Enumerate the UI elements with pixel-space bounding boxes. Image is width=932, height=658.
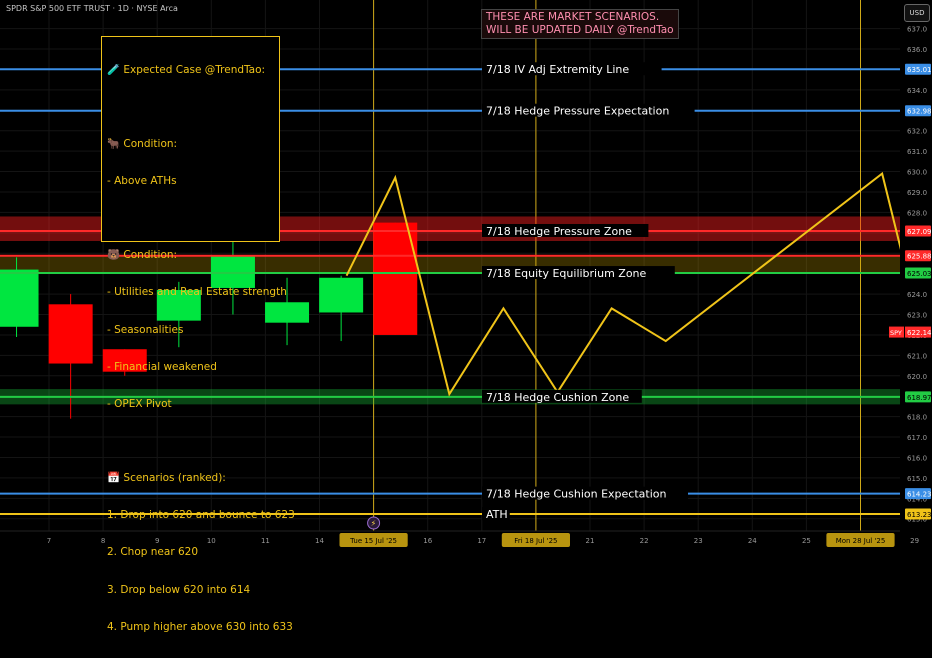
scenario-item: 2. Chop near 620 — [107, 546, 199, 559]
time-tick-label: 25 — [802, 537, 811, 545]
price-tag-label: 632.98 — [907, 108, 932, 116]
time-tick-label: 7 — [47, 537, 51, 545]
price-tick-label: 621.0 — [907, 352, 927, 360]
bear-condition-item: - Utilities and Real Estate strength — [107, 286, 287, 299]
candle-body — [48, 304, 93, 364]
scenario-item: 1. Drop into 620 and bounce to 623 — [107, 509, 295, 522]
time-tick-label: 14 — [315, 537, 324, 545]
price-tag-label: 627.09 — [907, 228, 932, 236]
bear-condition-item: - OPEX Pivot — [107, 397, 172, 410]
price-tick-label: 634.0 — [907, 87, 927, 95]
scenario-item: 4. Pump higher above 630 into 633 — [107, 620, 293, 633]
level-label: 7/18 Hedge Cushion Zone — [486, 391, 629, 404]
banner-line-1: THESE ARE MARKET SCENARIOS. — [486, 11, 660, 23]
level-label: 7/18 Hedge Cushion Expectation — [486, 488, 666, 501]
scenario-item: 3. Drop below 620 into 614 — [107, 583, 251, 596]
currency-button[interactable]: USD — [904, 4, 930, 22]
time-tick-label: 22 — [640, 537, 649, 545]
time-tick-label: 29 — [910, 537, 919, 545]
note-title: 🧪 Expected Case @TrendTao: — [107, 63, 266, 76]
time-tick-label: Fri 18 Jul '25 — [514, 537, 557, 545]
scenarios-title: 📅 Scenarios (ranked): — [107, 472, 226, 484]
level-label: 7/18 Hedge Pressure Zone — [486, 225, 632, 238]
time-tick-label: Tue 15 Jul '25 — [349, 537, 397, 545]
level-label: 7/18 IV Adj Extremity Line — [486, 63, 629, 76]
price-tag-label: 625.03 — [907, 270, 932, 278]
banner-line-2: WILL BE UPDATED DAILY @TrendTao — [486, 24, 674, 36]
scenario-banner: THESE ARE MARKET SCENARIOS. WILL BE UPDAT… — [481, 9, 679, 39]
time-tick-label: 21 — [586, 537, 595, 545]
price-tick-label: 630.0 — [907, 169, 927, 177]
price-tick-label: 616.0 — [907, 454, 927, 462]
price-tag-label: 618.97 — [907, 394, 932, 402]
time-tick-label: 24 — [748, 537, 757, 545]
level-label: 7/18 Hedge Pressure Expectation — [486, 105, 669, 118]
price-tick-label: 623.0 — [907, 312, 927, 320]
candle-body — [319, 277, 364, 313]
candle-body — [0, 269, 39, 327]
price-tick-label: 636.0 — [907, 46, 927, 54]
price-tick-label: 632.0 — [907, 128, 927, 136]
time-tick-label: 17 — [477, 537, 486, 545]
price-tick-label: 629.0 — [907, 189, 927, 197]
bull-condition-item: - Above ATHs — [107, 175, 177, 188]
chart-stage: 7/18 IV Adj Extremity Line 7/18 Hedge Pre… — [0, 0, 932, 633]
price-tag-label: 613.23 — [907, 511, 932, 519]
price-tick-label: 624.0 — [907, 291, 927, 299]
price-tag-label: 625.88 — [907, 253, 932, 261]
symbol-tag-label: SPY — [890, 329, 902, 337]
time-tick-label: Mon 28 Jul '25 — [836, 537, 886, 545]
time-tick-label: 16 — [423, 537, 432, 545]
bear-condition-item: - Seasonalities — [107, 323, 184, 336]
level-label: ATH — [486, 508, 508, 521]
bear-condition-title: 🐻 Condition: — [107, 249, 178, 262]
price-tick-label: 617.0 — [907, 434, 927, 442]
price-tick-label: 618.0 — [907, 414, 927, 422]
expected-case-note: 🧪 Expected Case @TrendTao: 🐂 Condition: … — [101, 36, 295, 633]
level-label: 7/18 Equity Equilibrium Zone — [486, 267, 647, 280]
price-tag-label: 614.23 — [907, 491, 932, 499]
price-tick-label: 628.0 — [907, 209, 927, 217]
bear-condition-item: - Financial weakened — [107, 360, 217, 373]
time-tick-label: 23 — [694, 537, 703, 545]
price-tick-label: 620.0 — [907, 373, 927, 381]
price-tag-label: 635.01 — [907, 66, 932, 74]
last-price-label: 622.14 — [907, 329, 932, 337]
scenario-path — [345, 171, 932, 397]
bolt-icon-glyph: ⚡ — [371, 519, 377, 528]
bull-condition-title: 🐂 Condition: — [107, 137, 178, 150]
price-tick-label: 637.0 — [907, 26, 927, 34]
time-tick-label: 8 — [101, 537, 105, 545]
price-tick-label: 631.0 — [907, 148, 927, 156]
symbol-title: SPDR S&P 500 ETF TRUST · 1D · NYSE Arca — [6, 4, 178, 13]
price-tick-label: 615.0 — [907, 475, 927, 483]
